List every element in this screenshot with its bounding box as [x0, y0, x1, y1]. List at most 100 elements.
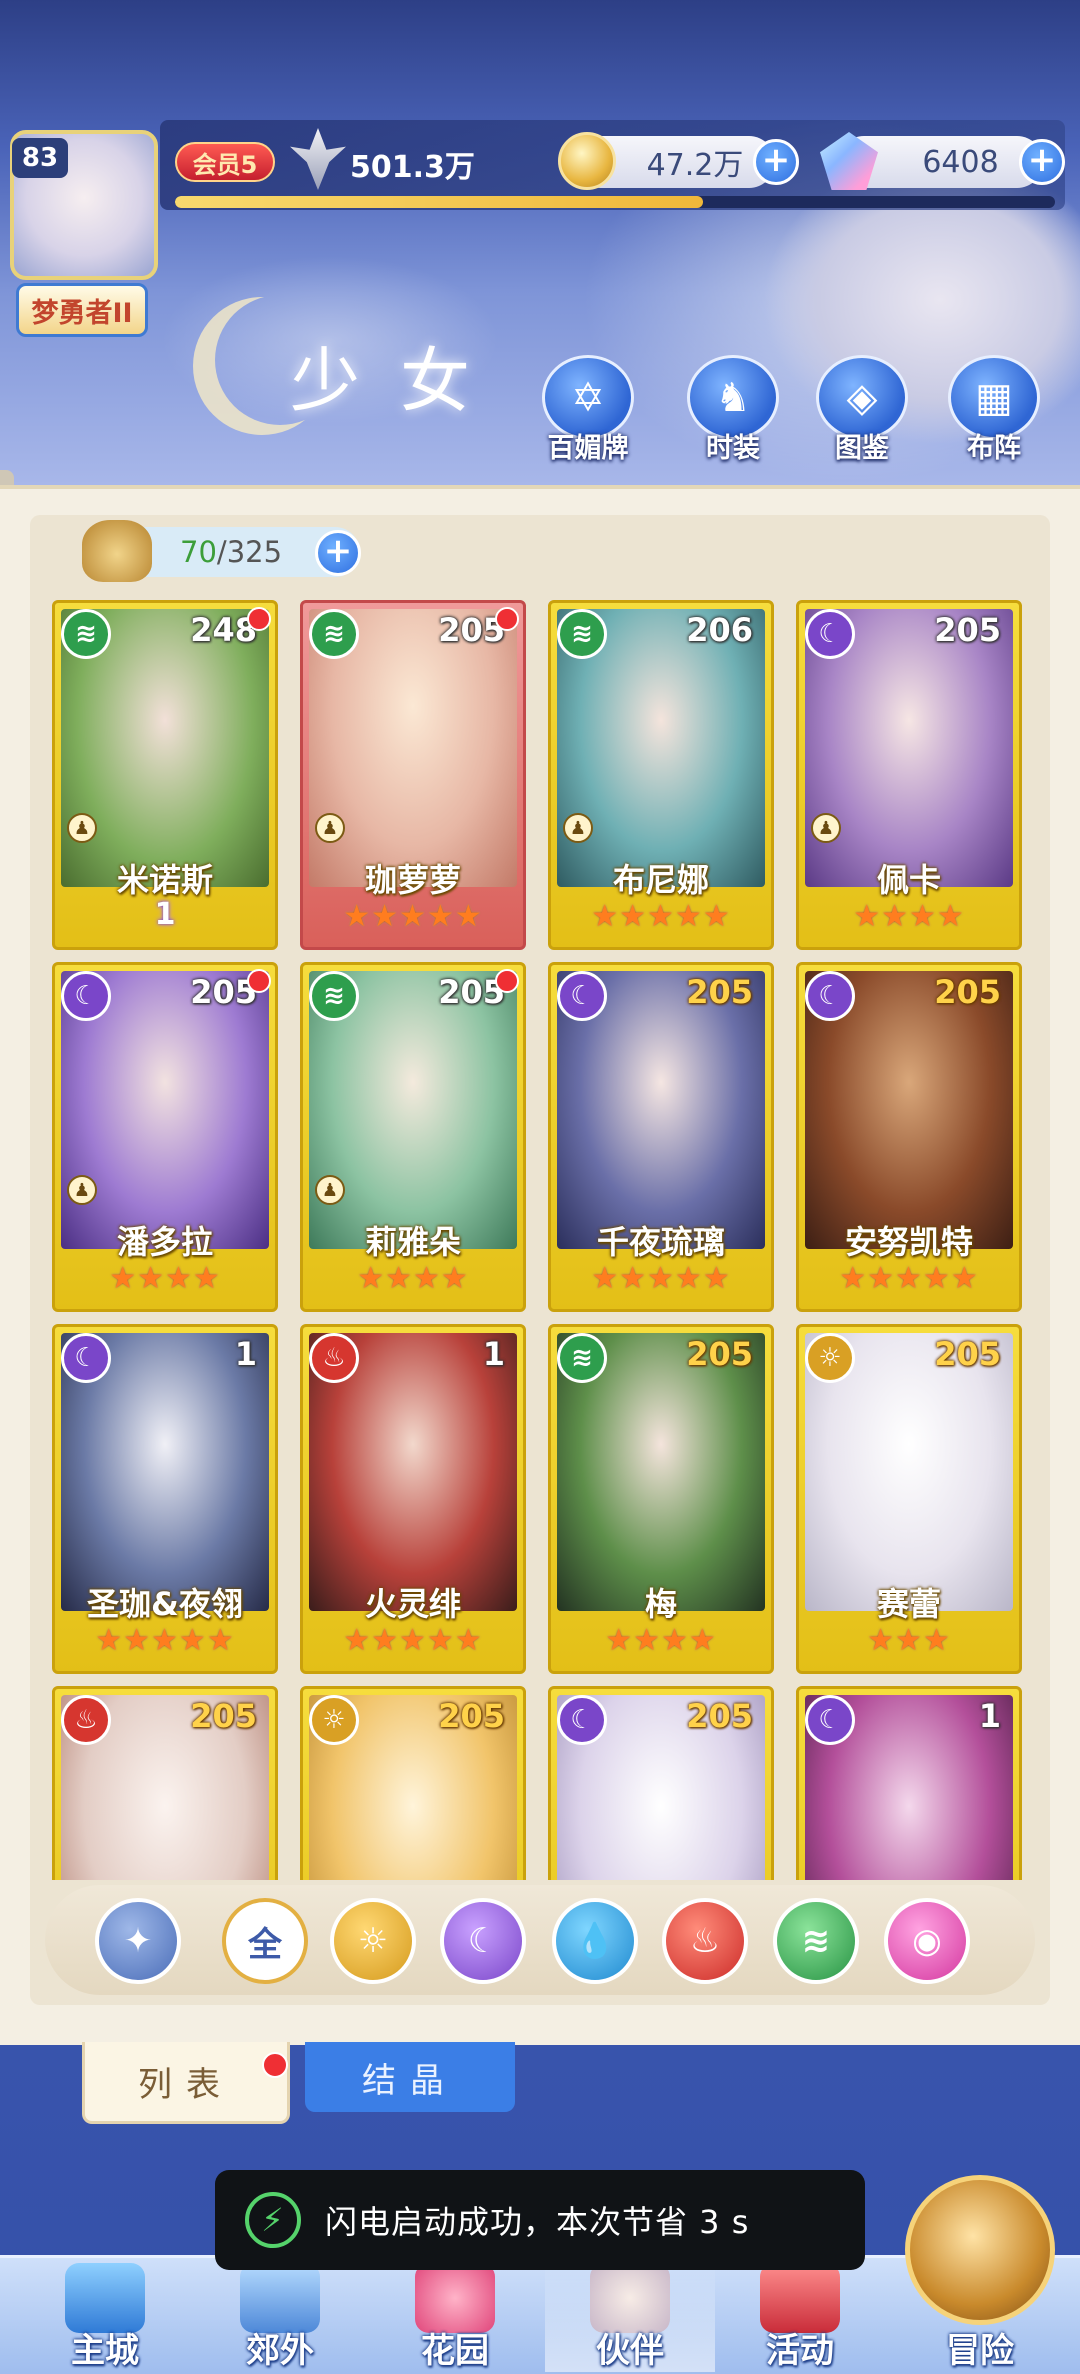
exp-progress-fill: [175, 196, 703, 208]
tab-list-notification-dot: [262, 2052, 288, 2078]
dark-element-icon: ☾: [557, 971, 607, 1021]
partner-name: 火灵绯: [364, 1585, 461, 1623]
card-grid-viewport[interactable]: ≋ 248 ♟ 米诺斯 1 ≋ 205 ♟ 珈萝萝 ★★★★★ ≋ 206 ♟ 布尼娜 ★★★★★ ☾ 205 ♟…: [50, 600, 1030, 1880]
star-rating: ★★★★★: [343, 1623, 483, 1658]
nav-label: 花园: [421, 2331, 489, 2371]
menu-label: 百媚牌: [547, 433, 629, 464]
partner-name: 圣珈&夜翎: [87, 1585, 243, 1623]
filter-wind-icon[interactable]: ≋: [773, 1898, 859, 1984]
filter-fire-icon[interactable]: ♨: [662, 1898, 748, 1984]
partner-card[interactable]: ☼ 205 赛蕾 ★★★: [796, 1324, 1022, 1674]
awaken-level: 1: [154, 897, 176, 932]
partner-card[interactable]: ☾ 205 ♟ 佩卡 ★★★★: [796, 600, 1022, 950]
partner-card[interactable]: ☾ 205 安努凯特 ★★★★★: [796, 962, 1022, 1312]
filter-chaos-icon[interactable]: ◉: [884, 1898, 970, 1984]
notification-dot: [247, 969, 271, 993]
dark-element-icon: ☾: [805, 609, 855, 659]
formation-pawn-icon: ♟: [315, 1175, 345, 1205]
dark-element-icon: ☾: [805, 971, 855, 1021]
partner-level: 1: [482, 1335, 505, 1373]
formation-pawn-icon: ♟: [67, 813, 97, 843]
filter-water-icon[interactable]: 💧: [552, 1898, 638, 1984]
star-rating: ★★★★: [853, 899, 965, 934]
menu-card-deck-button[interactable]: ✡ 百媚牌: [538, 355, 638, 465]
wind-element-icon: ≋: [61, 609, 111, 659]
wind-element-icon: ≋: [557, 1333, 607, 1383]
partner-card[interactable]: ♨ 1 火灵绯 ★★★★★: [300, 1324, 526, 1674]
tab-list[interactable]: 列表: [82, 2042, 290, 2124]
filter-all-button[interactable]: 全: [222, 1898, 308, 1984]
partner-card[interactable]: ☾ 205: [548, 1686, 774, 1880]
toast-message: 闪电启动成功，本次节省 3 s: [325, 2203, 750, 2241]
dark-element-icon: ☾: [61, 1333, 111, 1383]
light-element-icon: ☼: [805, 1333, 855, 1383]
gem-value: 6408: [922, 144, 999, 180]
sort-toggle-icon[interactable]: ✦: [95, 1898, 181, 1984]
partner-card[interactable]: ☾ 1: [796, 1686, 1022, 1880]
nav-outskirts[interactable]: 郊外: [195, 2262, 365, 2372]
partner-name: 佩卡: [876, 861, 941, 899]
partner-card[interactable]: ≋ 205 梅 ★★★★: [548, 1324, 774, 1674]
star-rating: ★★★★: [109, 1261, 221, 1296]
partner-name: 布尼娜: [612, 861, 709, 899]
nav-partner[interactable]: 伙伴: [545, 2262, 715, 2372]
partner-card[interactable]: ☾ 205 千夜琉璃 ★★★★★: [548, 962, 774, 1312]
roster-max: 325: [226, 535, 283, 569]
dark-element-icon: ☾: [805, 1695, 855, 1745]
vip-badge[interactable]: 会员5: [175, 142, 275, 182]
add-gem-button[interactable]: +: [1019, 139, 1065, 185]
formation-pawn-icon: ♟: [315, 813, 345, 843]
exp-progress-bar: [175, 196, 1055, 208]
menu-codex-button[interactable]: ◈ 图鉴: [812, 355, 912, 465]
fire-element-icon: ♨: [61, 1695, 111, 1745]
partner-level: 205: [190, 1697, 257, 1735]
star-rating: ★★★★: [357, 1261, 469, 1296]
notification-dot: [495, 607, 519, 631]
partner-card[interactable]: ☼ 205: [300, 1686, 526, 1880]
partner-card[interactable]: ≋ 205 ♟ 莉雅朵 ★★★★: [300, 962, 526, 1312]
partner-card[interactable]: ☾ 1 圣珈&夜翎 ★★★★★: [52, 1324, 278, 1674]
star-rating: ★★★★★: [839, 1261, 979, 1296]
player-title-badge[interactable]: 梦勇者II: [16, 283, 148, 337]
player-level-badge: 83: [12, 138, 68, 178]
partner-level: 205: [686, 973, 753, 1011]
nav-label: 郊外: [246, 2331, 314, 2371]
nav-garden[interactable]: 花园: [370, 2262, 540, 2372]
partner-card[interactable]: ☾ 205 ♟ 潘多拉 ★★★★: [52, 962, 278, 1312]
menu-formation-button[interactable]: ▦ 布阵: [944, 355, 1044, 465]
formation-pawn-icon: ♟: [563, 813, 593, 843]
menu-outfit-button[interactable]: ♞ 时装: [683, 355, 783, 465]
tab-crystal[interactable]: 结晶: [305, 2042, 515, 2112]
partner-card[interactable]: ≋ 205 ♟ 珈萝萝 ★★★★★: [300, 600, 526, 950]
partner-name: 梅: [644, 1585, 677, 1623]
partner-name: 莉雅朵: [364, 1223, 461, 1261]
partner-name: 米诺斯: [116, 861, 213, 899]
partner-level: 205: [686, 1697, 753, 1735]
partner-name: 潘多拉: [116, 1223, 213, 1261]
add-gold-button[interactable]: +: [753, 139, 799, 185]
nav-events[interactable]: 活动: [715, 2262, 885, 2372]
partner-level: 1: [234, 1335, 257, 1373]
partner-card[interactable]: ♨ 205: [52, 1686, 278, 1880]
power-value: 501.3万: [350, 150, 475, 185]
partner-level: 1: [978, 1697, 1001, 1735]
filter-dark-icon[interactable]: ☾: [440, 1898, 526, 1984]
partner-card[interactable]: ≋ 248 ♟ 米诺斯 1: [52, 600, 278, 950]
wind-element-icon: ≋: [309, 609, 359, 659]
expand-roster-button[interactable]: +: [315, 530, 361, 576]
wind-element-icon: ≋: [557, 609, 607, 659]
nav-label: 主城: [71, 2331, 139, 2371]
filter-light-icon[interactable]: ☼: [330, 1898, 416, 1984]
partner-level: 205: [438, 1697, 505, 1735]
nav-adventure[interactable]: 冒险: [895, 2262, 1065, 2372]
partner-card[interactable]: ≋ 206 ♟ 布尼娜 ★★★★★: [548, 600, 774, 950]
menu-label: 时装: [706, 433, 760, 464]
formation-pawn-icon: ♟: [67, 1175, 97, 1205]
partner-level: 205: [934, 973, 1001, 1011]
nav-main-city[interactable]: 主城: [20, 2262, 190, 2372]
star-rating: ★★★★★: [591, 899, 731, 934]
star-rating: ★★★★★: [591, 1261, 731, 1296]
formation-pawn-icon: ♟: [811, 813, 841, 843]
nav-label: 活动: [766, 2331, 834, 2371]
partner-name: 安努凯特: [844, 1223, 973, 1261]
